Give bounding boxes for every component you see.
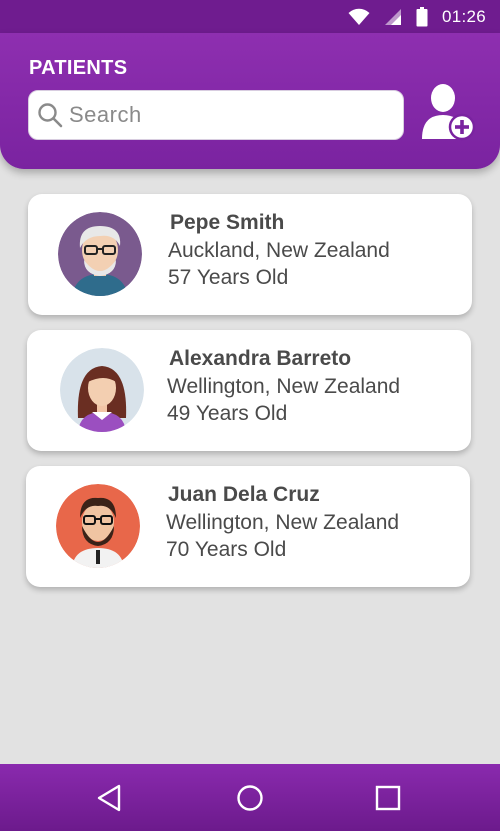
patient-name: Juan Dela Cruz bbox=[168, 483, 320, 506]
patient-age: 49 Years Old bbox=[167, 402, 288, 425]
avatar bbox=[56, 484, 140, 568]
recents-icon[interactable] bbox=[372, 782, 404, 814]
patient-location: Wellington, New Zealand bbox=[166, 511, 400, 534]
navigation-bar bbox=[0, 764, 500, 831]
back-icon[interactable] bbox=[94, 782, 126, 814]
status-time: 01:26 bbox=[441, 6, 486, 26]
patient-age: 57 Years Old bbox=[168, 266, 289, 289]
signal-icon bbox=[384, 8, 401, 25]
status-bar: 01:26 bbox=[0, 0, 500, 33]
add-user-icon[interactable] bbox=[420, 81, 476, 143]
search-bar[interactable] bbox=[28, 90, 404, 140]
search-icon bbox=[38, 103, 63, 128]
patient-card[interactable]: Pepe Smith Auckland, New Zealand 57 Year… bbox=[28, 194, 472, 315]
patient-card[interactable]: Alexandra Barreto Wellington, New Zealan… bbox=[27, 330, 471, 451]
battery-icon bbox=[416, 6, 428, 26]
avatar bbox=[58, 212, 142, 296]
patient-name: Pepe Smith bbox=[170, 211, 285, 234]
patient-card[interactable]: Juan Dela Cruz Wellington, New Zealand 7… bbox=[26, 466, 470, 587]
search-input[interactable] bbox=[69, 102, 389, 128]
wifi-icon bbox=[348, 8, 370, 25]
patient-location: Wellington, New Zealand bbox=[167, 375, 401, 398]
avatar bbox=[60, 348, 144, 432]
patient-name: Alexandra Barreto bbox=[169, 347, 352, 370]
home-icon[interactable] bbox=[234, 782, 266, 814]
page-title: PATIENTS bbox=[29, 57, 128, 79]
patient-location: Auckland, New Zealand bbox=[168, 239, 390, 262]
patient-age: 70 Years Old bbox=[166, 538, 287, 561]
patients-header: PATIENTS bbox=[0, 33, 500, 169]
